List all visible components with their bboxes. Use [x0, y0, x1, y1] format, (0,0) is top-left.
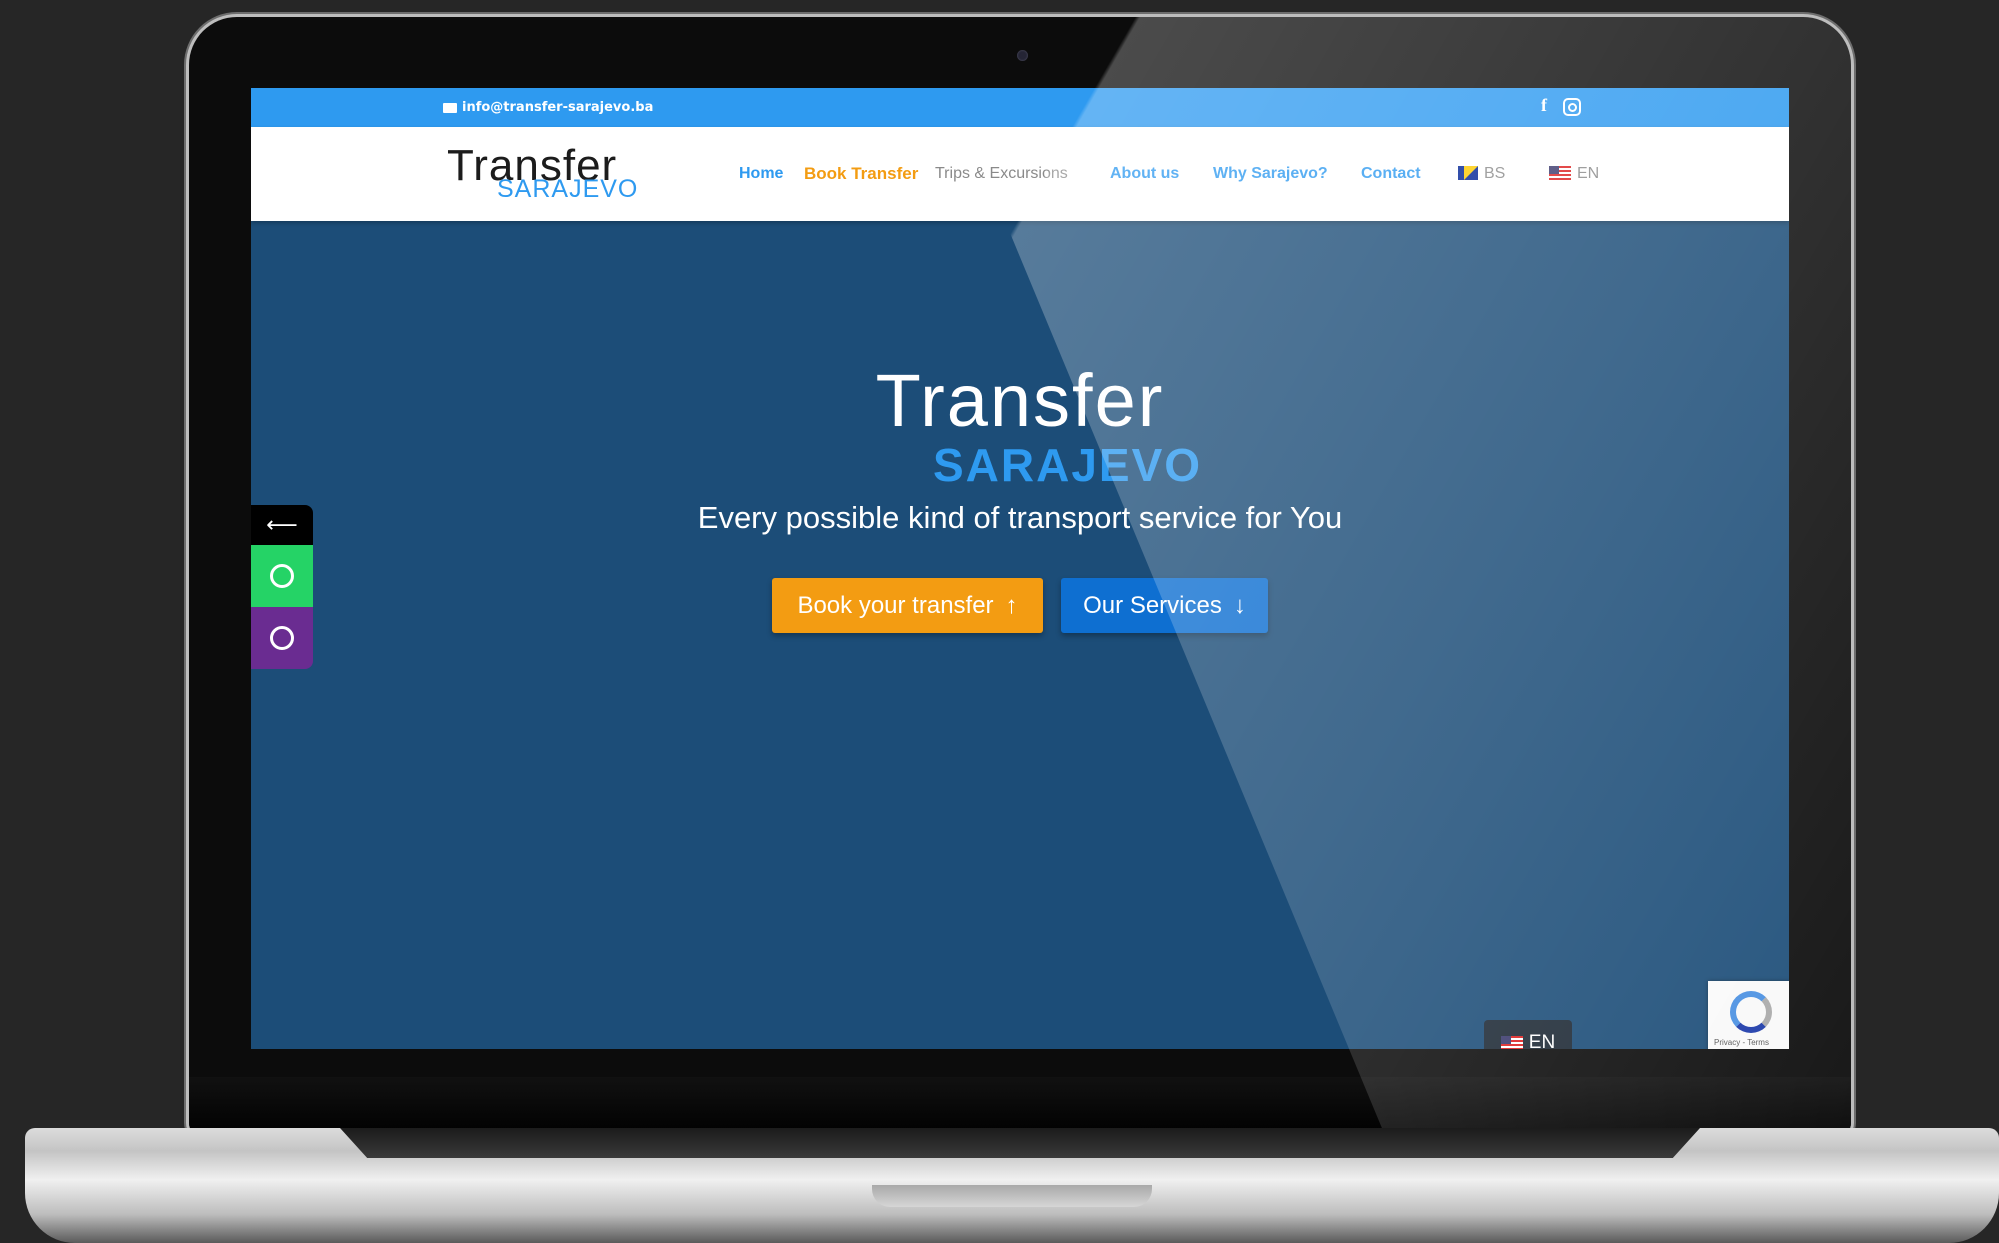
- side-contact-panel: ⟵: [251, 505, 313, 669]
- nav-trips-excursions[interactable]: Trips & Excursions: [935, 165, 1068, 183]
- recaptcha-icon: [1730, 991, 1772, 1033]
- our-services-label: Our Services: [1083, 591, 1222, 619]
- viber-icon[interactable]: [251, 607, 313, 669]
- collapse-arrow-icon[interactable]: ⟵: [251, 505, 313, 545]
- nav-book-transfer[interactable]: Book Transfer: [804, 164, 918, 184]
- email-link[interactable]: info@transfer-sarajevo.ba: [443, 100, 653, 115]
- lang-bs-label: BS: [1484, 165, 1506, 182]
- facebook-icon[interactable]: f: [1541, 95, 1547, 116]
- navbar: Transfer SARAJEVO Home Book Transfer Tri…: [251, 127, 1789, 221]
- arrow-up-icon: ↑: [1005, 591, 1018, 619]
- language-switcher[interactable]: EN: [1484, 1020, 1572, 1049]
- instagram-icon[interactable]: [1563, 98, 1581, 116]
- book-transfer-label: Book your transfer: [797, 591, 994, 619]
- nav-lang-en[interactable]: EN: [1549, 165, 1599, 183]
- camera: [1017, 50, 1028, 61]
- nav-about-us[interactable]: About us: [1110, 165, 1179, 183]
- nav-lang-bs[interactable]: BS: [1458, 165, 1505, 183]
- arrow-down-icon: ↓: [1233, 591, 1246, 619]
- nav-contact[interactable]: Contact: [1361, 165, 1421, 183]
- us-flag-icon: [1549, 166, 1571, 180]
- hero-subtitle: Every possible kind of transport service…: [697, 500, 1343, 535]
- book-transfer-button[interactable]: Book your transfer ↑: [772, 578, 1043, 633]
- language-switcher-label: EN: [1528, 1032, 1556, 1049]
- top-bar: info@transfer-sarajevo.ba f: [251, 88, 1789, 127]
- website-screen: info@transfer-sarajevo.ba f Transfer SAR…: [251, 88, 1789, 1049]
- keyboard-edge: [340, 1128, 1700, 1158]
- laptop-lid: info@transfer-sarajevo.ba f Transfer SAR…: [189, 17, 1851, 1137]
- hero-title-sarajevo: SARAJEVO: [933, 439, 1203, 491]
- laptop-notch: [872, 1185, 1152, 1207]
- envelope-icon: [443, 102, 457, 113]
- whatsapp-icon[interactable]: [251, 545, 313, 607]
- nav-home[interactable]: Home: [739, 165, 783, 183]
- recaptcha-badge[interactable]: Privacy - Terms: [1708, 981, 1789, 1049]
- logo-text-sarajevo[interactable]: SARAJEVO: [497, 175, 638, 204]
- nav-why-sarajevo[interactable]: Why Sarajevo?: [1213, 165, 1328, 183]
- email-text: info@transfer-sarajevo.ba: [462, 100, 654, 115]
- lang-en-label: EN: [1577, 165, 1600, 182]
- hero-title-transfer: Transfer: [875, 359, 1165, 442]
- bosnia-flag-icon: [1458, 166, 1478, 180]
- us-flag-icon: [1500, 1036, 1523, 1049]
- recaptcha-text: Privacy - Terms: [1714, 1038, 1769, 1047]
- our-services-button[interactable]: Our Services ↓: [1061, 578, 1268, 633]
